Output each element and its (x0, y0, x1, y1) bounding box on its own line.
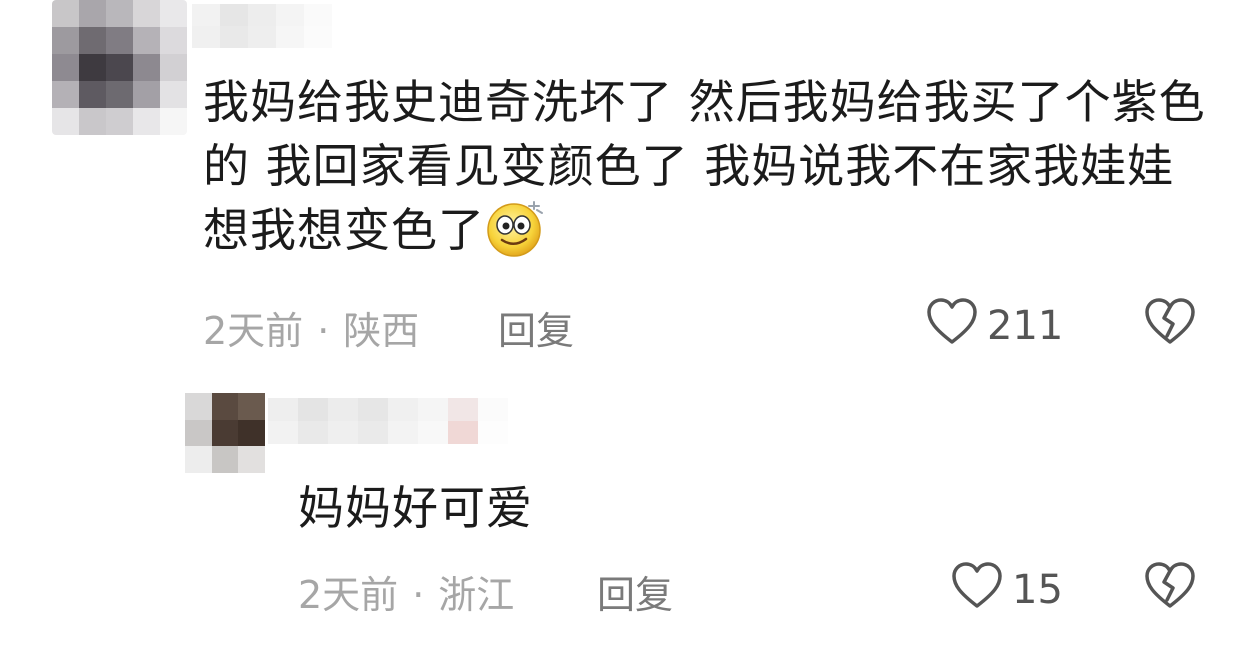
reply-location: 浙江 (438, 573, 515, 617)
reply-avatar[interactable] (185, 393, 265, 473)
comment-text: 我妈给我史迪奇洗坏了 然后我妈给我买了个紫色的 我回家看见变颜色了 我妈说我不在… (203, 70, 1213, 264)
heart-outline-icon (925, 296, 979, 356)
comment-location: 陕西 (343, 309, 420, 353)
reply-button[interactable]: 回复 (498, 300, 574, 355)
dislike-button[interactable] (1143, 296, 1197, 350)
comment-time: 2天前 (203, 309, 304, 353)
broken-heart-icon (1143, 562, 1197, 614)
meta-separator: · (317, 309, 330, 353)
heart-outline-icon (950, 560, 1004, 620)
dizzy-smile-emoji-icon (485, 198, 545, 258)
reply-text: 妈妈好可爱 (298, 481, 533, 535)
username[interactable] (192, 4, 332, 48)
like-count: 211 (987, 303, 1064, 349)
meta-separator: · (412, 573, 425, 617)
broken-heart-icon (1143, 298, 1197, 350)
reply-time: 2天前 (298, 573, 399, 617)
reply-like-button[interactable]: 15 (950, 560, 1063, 620)
reply-username[interactable] (268, 398, 508, 444)
avatar[interactable] (52, 0, 187, 135)
like-button[interactable]: 211 (925, 296, 1063, 356)
comment-meta: 2天前 · 陕西 (203, 300, 419, 355)
comment-text-body: 我妈给我史迪奇洗坏了 然后我妈给我买了个紫色的 我回家看见变颜色了 我妈说我不在… (203, 75, 1206, 257)
reply-dislike-button[interactable] (1143, 560, 1197, 614)
reply-reply-button[interactable]: 回复 (597, 564, 673, 619)
reply-like-count: 15 (1012, 567, 1063, 613)
reply-meta: 2天前 · 浙江 (298, 564, 514, 619)
